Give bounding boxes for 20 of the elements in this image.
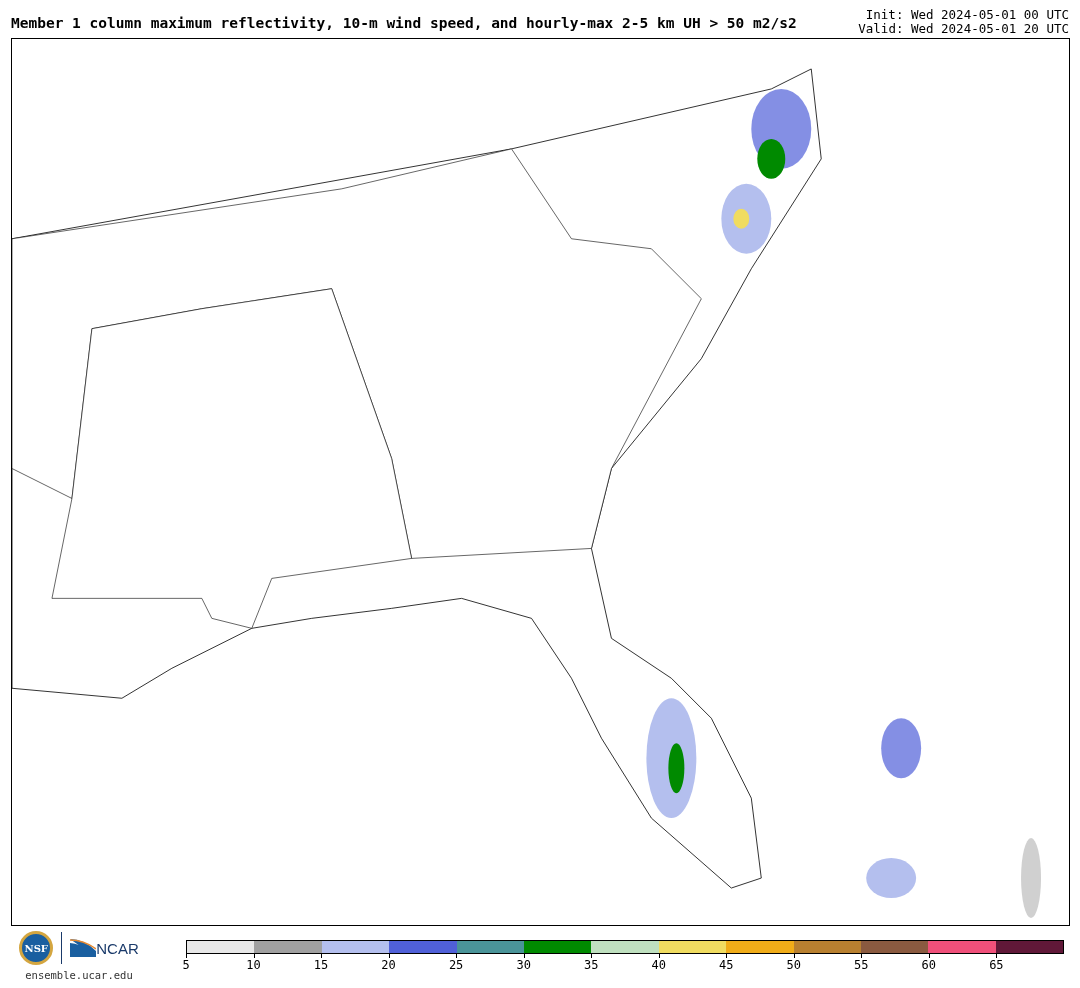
tick-label: 60 [921, 959, 937, 971]
website-url: ensemble.ucar.edu [25, 968, 133, 983]
tick-label: 50 [786, 959, 801, 971]
ncar-logo: NCAR [70, 939, 139, 957]
tick-label: 45 [719, 959, 734, 971]
timestamp-text: Init: Wed 2024-05-01 00 UTC [865, 8, 1069, 22]
tick-label: 35 [583, 959, 599, 971]
tick-label: 25 [448, 959, 464, 971]
tick-label: 15 [313, 959, 329, 971]
tick-label: 10 [246, 959, 261, 971]
timestamp-text: Valid: Wed 2024-05-01 20 UTC [858, 22, 1069, 36]
plot-title: Member 1 column maximum reflectivity, 10-m wind speed, and hourly-max 2-5 km UH > 50 m2/s2 [11, 14, 797, 31]
tick-label: 5 [182, 959, 190, 971]
tick-label: 55 [854, 959, 869, 971]
tick-label: 40 [651, 959, 666, 971]
swoosh-icon [70, 939, 97, 957]
tick-label: 20 [381, 959, 396, 971]
tick-label: 30 [516, 959, 531, 971]
nsf-logo: NSF [19, 931, 54, 965]
tick-label: 65 [989, 959, 1004, 971]
